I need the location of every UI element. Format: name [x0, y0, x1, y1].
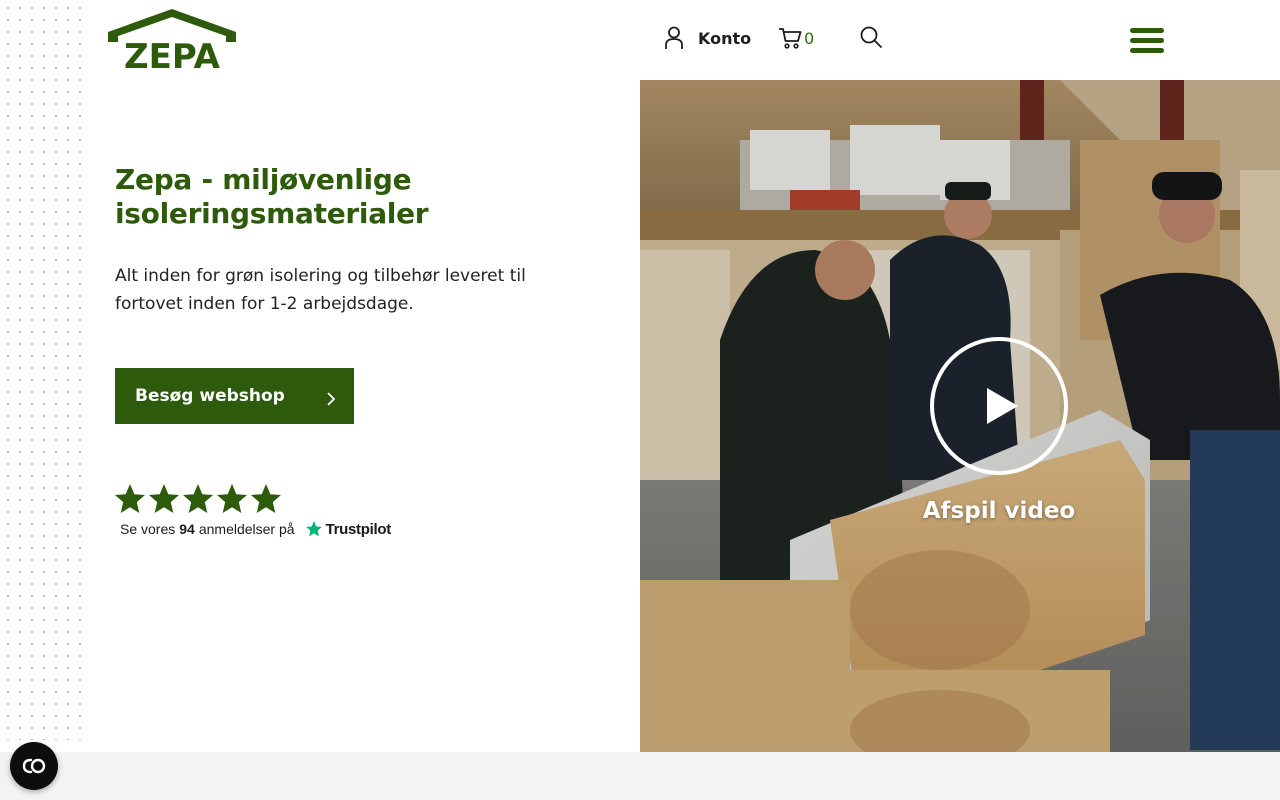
- cart-icon: [779, 28, 802, 49]
- user-icon: [665, 26, 683, 49]
- footer-strip: [0, 752, 1280, 800]
- account-link[interactable]: Konto: [664, 26, 751, 50]
- star-icon: [217, 484, 247, 513]
- star-icon: [183, 484, 213, 513]
- menu-bar: [1130, 28, 1164, 33]
- hamburger-menu-icon[interactable]: [1130, 28, 1166, 54]
- review-suffix: anmeldelser på: [198, 521, 295, 537]
- menu-bar: [1130, 38, 1164, 43]
- rating-stars[interactable]: [113, 482, 283, 516]
- search-icon: [860, 26, 882, 48]
- hero-video[interactable]: Afspil video: [640, 80, 1280, 752]
- trustpilot-logo: Trustpilot: [305, 520, 391, 538]
- play-video-label: Afspil video: [922, 498, 1076, 524]
- zepa-logo[interactable]: ZEPA: [106, 8, 238, 77]
- star-icon: [149, 484, 179, 513]
- chevron-right-icon: [327, 392, 336, 406]
- cta-label: Besøg webshop: [135, 386, 285, 406]
- cart-link[interactable]: 0: [778, 26, 814, 50]
- trustpilot-text: Trustpilot: [325, 520, 392, 538]
- dotted-pattern: [0, 0, 88, 740]
- trustpilot-review-link[interactable]: Se vores 94 anmeldelser på Trustpilot: [120, 520, 391, 538]
- hero-subtitle: Alt inden for grøn isolering og tilbehør…: [115, 266, 526, 314]
- logo-text: ZEPA: [124, 37, 221, 70]
- search-button[interactable]: [860, 26, 882, 52]
- trustpilot-star-icon: [305, 521, 322, 537]
- cookie-consent-icon: [22, 758, 46, 774]
- review-prefix: Se vores: [120, 521, 176, 537]
- site-header: ZEPA Konto 0: [0, 0, 1280, 80]
- cookie-consent-button[interactable]: [10, 742, 58, 790]
- review-count: 94: [179, 521, 195, 537]
- page: ZEPA Konto 0 Zepa - miljøvenlige isoleri…: [0, 0, 1280, 800]
- account-label: Konto: [698, 28, 752, 48]
- play-icon: [930, 337, 1068, 475]
- menu-bar: [1130, 48, 1164, 53]
- star-icon: [251, 484, 281, 513]
- hero-title: Zepa - miljøvenlige isoleringsmaterialer: [115, 163, 429, 230]
- visit-webshop-button[interactable]: Besøg webshop: [115, 368, 354, 424]
- cart-count: 0: [804, 28, 815, 48]
- star-icon: [115, 484, 145, 513]
